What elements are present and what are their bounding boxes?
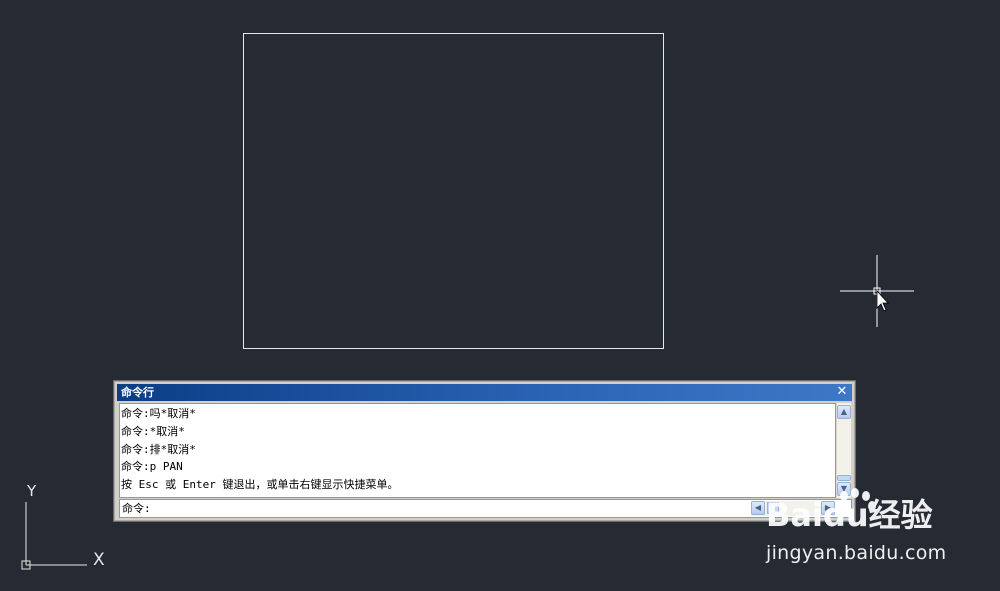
ucs-y-label: Y — [26, 482, 37, 500]
command-input[interactable] — [158, 501, 748, 516]
watermark-url: jingyan.baidu.com — [766, 542, 947, 564]
watermark-brand: Baidu经验 — [766, 496, 933, 534]
ucs-icon: Y X — [21, 482, 105, 570]
ucs-x-label: X — [93, 550, 105, 570]
command-history-line: 命令:吗*取消* — [121, 407, 196, 421]
command-history[interactable]: 命令:吗*取消* 命令:*取消* 命令:排*取消* 命令:p PAN 按 Esc 或 E… — [119, 403, 836, 498]
crosshair-cursor-icon — [840, 255, 914, 327]
command-history-line: 命令:排*取消* — [121, 442, 196, 456]
close-icon[interactable]: ✕ — [835, 385, 849, 399]
chevron-left-icon[interactable]: ◀ — [751, 501, 765, 515]
command-window-titlebar[interactable]: 命令行 ✕ — [117, 384, 852, 401]
command-window-title: 命令行 — [121, 386, 154, 399]
command-input-row[interactable]: 命令: ◀ ▶ — [119, 499, 852, 518]
history-vertical-scrollbar[interactable]: ▲ ▼ — [836, 403, 851, 498]
command-history-line: 按 Esc 或 Enter 键退出，或单击右键显示快捷菜单。 — [121, 478, 399, 492]
command-prompt: 命令: — [122, 502, 151, 515]
baidu-jingyan-watermark: Baidu经验 jingyan.baidu.com — [764, 488, 954, 572]
scrollbar-thumb[interactable] — [837, 475, 851, 481]
baidu-logo: Baidu经验 — [766, 488, 933, 534]
command-history-line: 命令:p PAN — [121, 460, 183, 474]
command-line-window[interactable]: 命令行 ✕ 命令:吗*取消* 命令:*取消* 命令:排*取消* 命令:p PAN 按 E… — [114, 381, 855, 521]
cad-model-space[interactable]: Y X 命令行 ✕ 命令:吗*取消* 命令:*取消* 命令:排*取消* 命令:p PA… — [0, 0, 1000, 591]
drawn-rectangle[interactable] — [243, 33, 664, 349]
chevron-up-icon[interactable]: ▲ — [837, 405, 851, 419]
command-history-line: 命令:*取消* — [121, 424, 185, 438]
